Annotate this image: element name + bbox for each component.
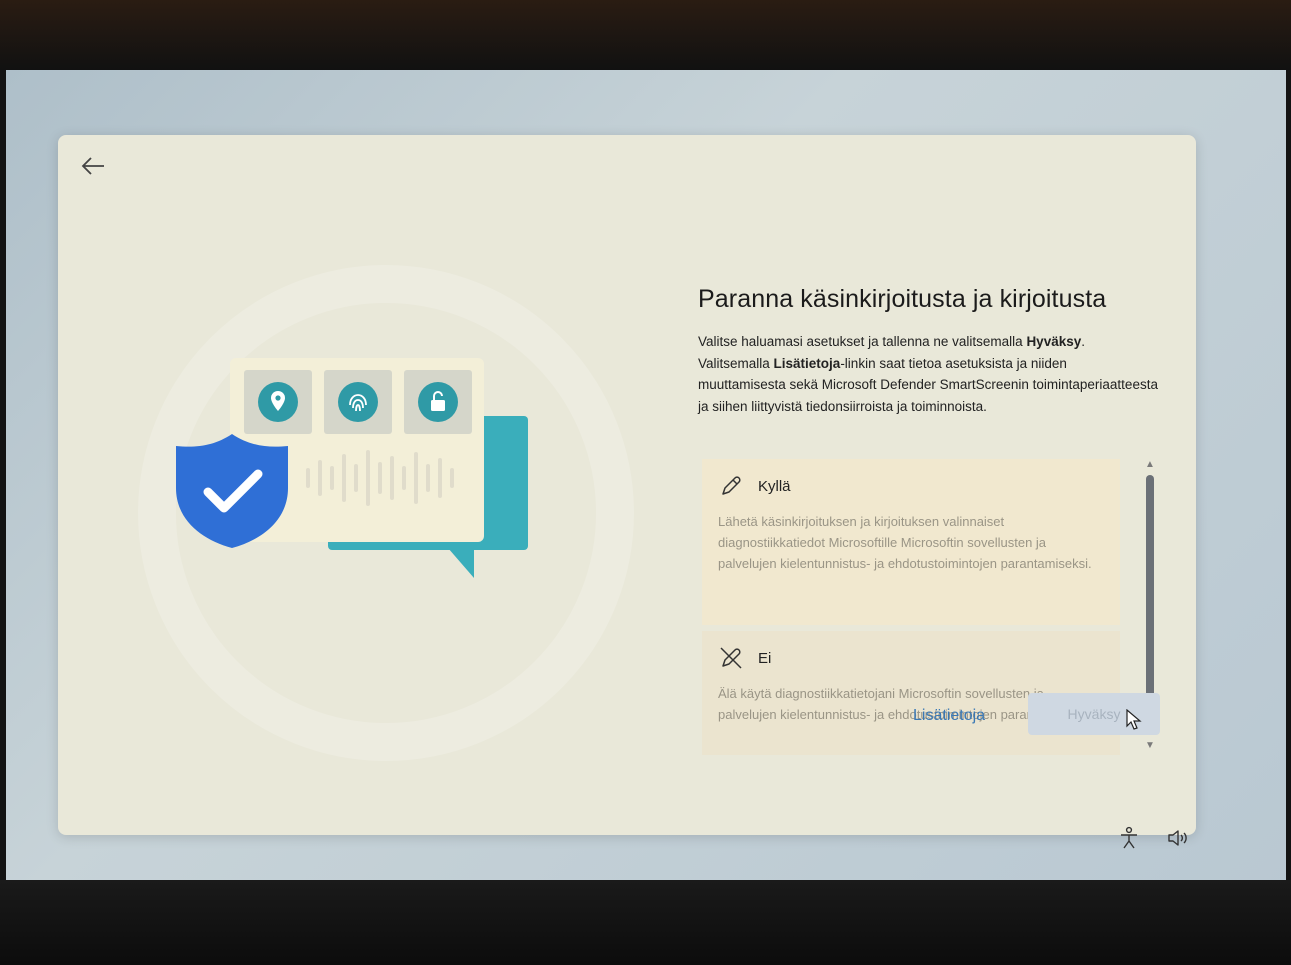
- monitor-bezel-bottom: [0, 880, 1291, 965]
- arrow-left-icon: [81, 157, 104, 175]
- desc-line2-prefix: Valitsemalla: [698, 355, 774, 371]
- mouse-pointer-icon: [1126, 709, 1142, 730]
- option-no-label: Ei: [758, 649, 772, 667]
- location-tile: [244, 370, 312, 434]
- volume-icon[interactable]: [1166, 826, 1190, 850]
- screen: Paranna käsinkirjoitusta ja kirjoitusta …: [6, 70, 1286, 900]
- more-info-link[interactable]: Lisätietoja: [913, 707, 985, 725]
- pen-icon: [722, 476, 741, 495]
- desc-line1-suffix: .: [1081, 334, 1086, 349]
- page-title: Paranna käsinkirjoitusta ja kirjoitusta: [698, 285, 1107, 313]
- unlock-tile: [404, 370, 472, 434]
- desc-line1-prefix: Valitse haluamasi asetukset ja tallenna …: [698, 334, 1027, 349]
- scroll-thumb[interactable]: [1146, 475, 1154, 723]
- pen-off-icon: [720, 647, 742, 669]
- sound-wave-graphic: [306, 450, 454, 506]
- option-yes-header: Kyllä: [718, 473, 1104, 499]
- back-button[interactable]: [76, 149, 110, 183]
- monitor-bezel-top: [0, 0, 1291, 70]
- scroll-down-arrow-icon[interactable]: ▼: [1143, 738, 1157, 752]
- shield-check-icon: [176, 434, 288, 548]
- desc-accept-bold: Hyväksy: [1026, 334, 1082, 349]
- option-yes[interactable]: Kyllä Lähetä käsinkirjoituksen ja kirjoi…: [702, 459, 1120, 625]
- option-yes-label: Kyllä: [758, 477, 791, 495]
- privacy-illustration: [158, 340, 538, 600]
- fingerprint-icon: [338, 382, 378, 422]
- scroll-up-arrow-icon[interactable]: ▲: [1143, 457, 1157, 471]
- fingerprint-tile: [324, 370, 392, 434]
- location-pin-icon: [258, 382, 298, 422]
- unlock-icon: [418, 382, 458, 422]
- page-description: Valitse haluamasi asetukset ja tallenna …: [698, 331, 1158, 417]
- accessibility-icon[interactable]: [1118, 826, 1140, 850]
- desc-more-info-bold: Lisätietoja: [773, 355, 841, 371]
- option-yes-text: Lähetä käsinkirjoituksen ja kirjoituksen…: [718, 514, 1092, 571]
- oobe-dialog: Paranna käsinkirjoitusta ja kirjoitusta …: [58, 135, 1196, 835]
- option-no-header: Ei: [718, 645, 1104, 671]
- chat-bubble-tail: [448, 548, 474, 578]
